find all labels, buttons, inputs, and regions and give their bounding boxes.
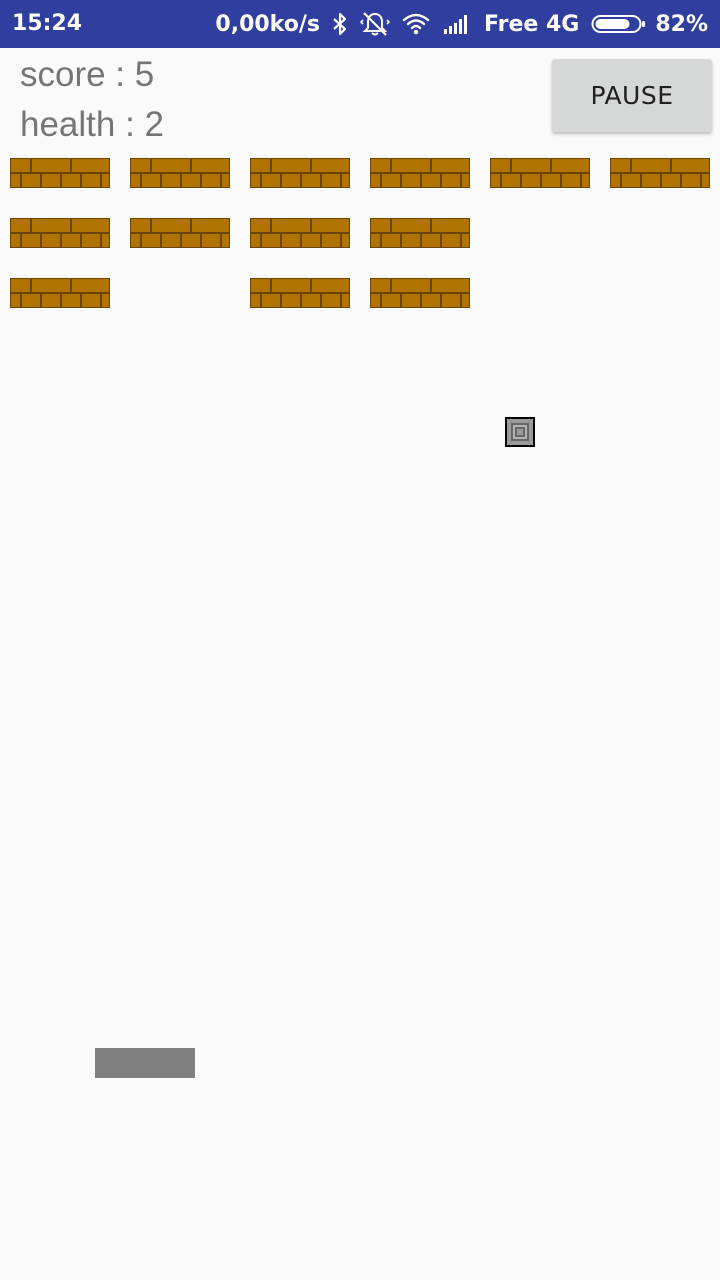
paddle[interactable] bbox=[95, 1048, 195, 1078]
brick bbox=[490, 158, 590, 188]
brick bbox=[370, 158, 470, 188]
ball-inner-ring bbox=[511, 423, 529, 441]
ball-core bbox=[515, 427, 525, 437]
battery-icon bbox=[591, 13, 647, 35]
brick bbox=[250, 278, 350, 308]
brick bbox=[610, 158, 710, 188]
bluetooth-icon bbox=[332, 12, 348, 36]
status-bar: 15:24 0,00ko/s Free 4G 82% bbox=[0, 0, 720, 48]
brick bbox=[130, 158, 230, 188]
brick bbox=[10, 218, 110, 248]
cell-signal-icon bbox=[442, 13, 472, 35]
carrier-label: Free 4G bbox=[483, 11, 580, 37]
wifi-icon bbox=[402, 13, 430, 35]
game-area[interactable]: score : 5 health : 2 PAUSE bbox=[0, 48, 720, 1280]
health-label: health : 2 bbox=[20, 105, 164, 144]
score-label: score : 5 bbox=[20, 55, 155, 94]
ball bbox=[505, 417, 535, 447]
status-icons: 0,00ko/s Free 4G 82% bbox=[215, 0, 708, 48]
brick bbox=[130, 218, 230, 248]
brick bbox=[370, 218, 470, 248]
brick bbox=[10, 278, 110, 308]
network-speed: 0,00ko/s bbox=[215, 11, 320, 37]
pause-button[interactable]: PAUSE bbox=[552, 59, 712, 132]
brick bbox=[10, 158, 110, 188]
brick bbox=[250, 218, 350, 248]
battery-percent: 82% bbox=[655, 11, 708, 37]
status-time: 15:24 bbox=[12, 11, 83, 36]
battery: 82% bbox=[591, 12, 708, 37]
brick bbox=[370, 278, 470, 308]
muted-vibrate-icon bbox=[359, 11, 390, 37]
battery-fill bbox=[595, 19, 630, 29]
brick bbox=[250, 158, 350, 188]
